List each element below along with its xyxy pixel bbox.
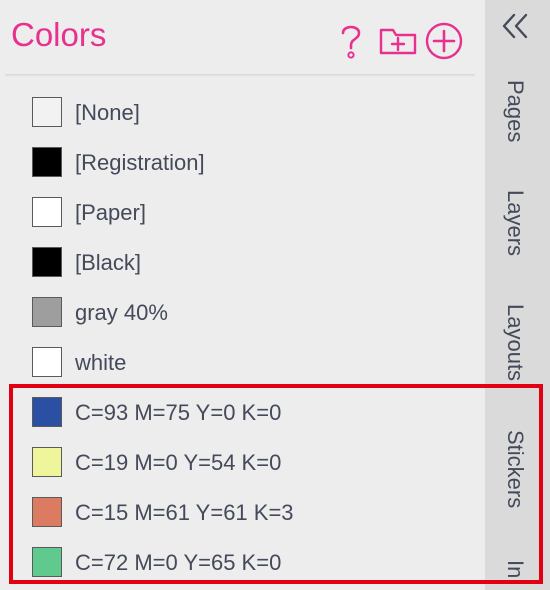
header-divider [5,74,475,77]
swatch-chip [32,347,62,377]
swatch-chip [32,397,62,427]
tab-layers[interactable]: Layers [500,190,530,256]
swatch-chip [32,197,62,227]
swatch-chip [32,547,62,577]
swatch-label: white [75,350,127,375]
tab-stickers[interactable]: Stickers [500,430,530,508]
swatch-label: C=15 M=61 Y=61 K=3 [75,500,294,525]
swatch-label: gray 40% [75,300,168,325]
swatch-chip [32,147,62,177]
swatch-label: [Black] [75,250,142,275]
swatch-item-salmon[interactable]: C=15 M=61 Y=61 K=3 [0,489,485,539]
swatch-item-black[interactable]: [Black] [0,239,485,289]
swatch-item-yellow[interactable]: C=19 M=0 Y=54 K=0 [0,439,485,489]
swatch-label: C=93 M=75 Y=0 K=0 [75,400,282,425]
question-mark-icon[interactable] [335,22,365,60]
tab-pages[interactable]: Pages [500,80,530,142]
tab-layouts[interactable]: Layouts [500,304,530,381]
tab-in[interactable]: In [500,560,530,578]
swatch-list: [None] [Registration] [Paper] [Black] gr… [0,89,485,589]
swatch-chip [32,297,62,327]
swatch-label: [Paper] [75,200,146,225]
panel-tabs-sidebar: Pages Layers Layouts Stickers In [485,0,550,590]
panel-title: Colors [11,16,107,53]
swatch-item-green[interactable]: C=72 M=0 Y=65 K=0 [0,539,485,589]
colors-panel: Colors [None] [Registration] [Paper] [Bl… [0,0,485,590]
swatch-item-blue[interactable]: C=93 M=75 Y=0 K=0 [0,389,485,439]
swatch-label: [Registration] [75,150,205,175]
swatch-chip [32,497,62,527]
swatch-label: C=19 M=0 Y=54 K=0 [75,450,282,475]
swatch-item-paper[interactable]: [Paper] [0,189,485,239]
swatch-label: C=72 M=0 Y=65 K=0 [75,550,282,575]
swatch-chip [32,97,62,127]
circle-plus-icon[interactable] [424,22,464,60]
folder-plus-icon[interactable] [378,22,418,60]
swatch-item-white[interactable]: white [0,339,485,389]
swatch-item-none[interactable]: [None] [0,89,485,139]
swatch-label: [None] [75,100,140,125]
swatch-chip [32,447,62,477]
swatch-item-gray-40[interactable]: gray 40% [0,289,485,339]
swatch-item-registration[interactable]: [Registration] [0,139,485,189]
panel-header: Colors [0,0,485,74]
swatch-chip [32,247,62,277]
double-chevron-left-icon[interactable] [499,8,531,44]
